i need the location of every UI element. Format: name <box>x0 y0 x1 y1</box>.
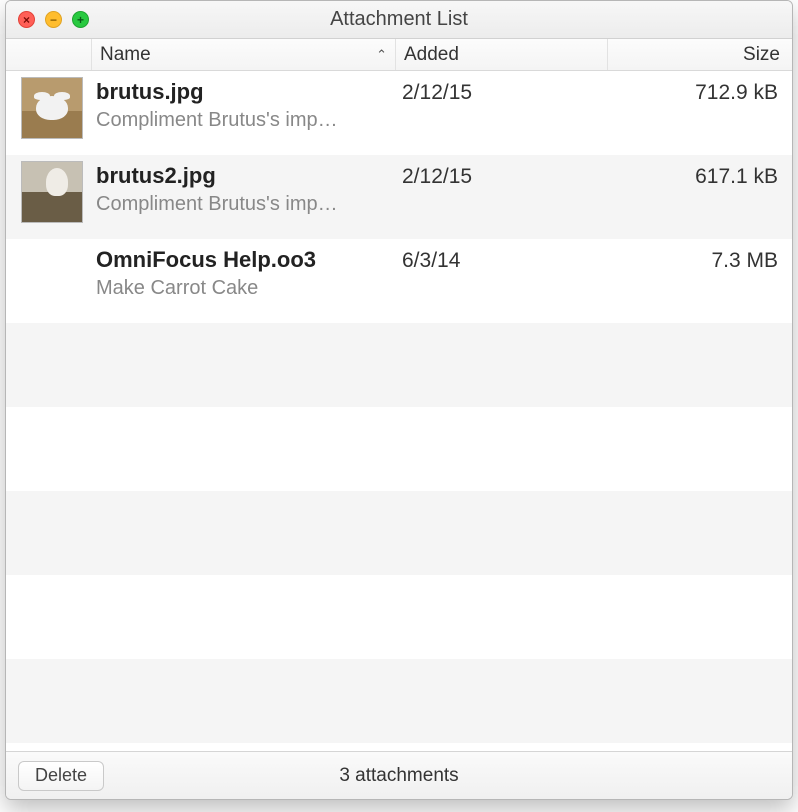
size-cell: 617.1 kB <box>608 155 792 189</box>
thumbnail-cell <box>6 155 92 229</box>
thumbnail-cell <box>6 71 92 145</box>
description: Make Carrot Cake <box>96 277 388 300</box>
maximize-button[interactable]: + <box>72 11 89 28</box>
empty-row <box>6 407 792 491</box>
table-row[interactable]: brutus2.jpg Compliment Brutus's imp… 2/12/… <box>6 155 792 239</box>
name-cell: brutus.jpg Compliment Brutus's imp… <box>92 71 396 132</box>
empty-row <box>6 575 792 659</box>
thumbnail-image <box>21 77 83 139</box>
table-header: Name ⌃ Added Size <box>6 39 792 71</box>
added-cell: 2/12/15 <box>396 71 608 105</box>
empty-row <box>6 491 792 575</box>
description: Compliment Brutus's imp… <box>96 193 388 216</box>
name-cell: brutus2.jpg Compliment Brutus's imp… <box>92 155 396 216</box>
column-header-size[interactable]: Size <box>608 39 792 70</box>
filename: OmniFocus Help.oo3 <box>96 247 388 273</box>
filename: brutus2.jpg <box>96 163 388 189</box>
thumbnail-image <box>21 161 83 223</box>
filename: brutus.jpg <box>96 79 388 105</box>
added-cell: 6/3/14 <box>396 239 608 273</box>
size-cell: 712.9 kB <box>608 71 792 105</box>
empty-row <box>6 323 792 407</box>
column-header-thumbnail[interactable] <box>6 39 92 70</box>
close-button[interactable]: × <box>18 11 35 28</box>
sort-ascending-icon: ⌃ <box>376 47 387 63</box>
window-title: Attachment List <box>6 8 792 31</box>
footer: Delete 3 attachments <box>6 751 792 799</box>
attachment-list-window: × − + Attachment List Name ⌃ Added Size … <box>5 0 793 800</box>
status-text: 3 attachments <box>6 765 792 787</box>
table-row[interactable]: brutus.jpg Compliment Brutus's imp… 2/12/1… <box>6 71 792 155</box>
column-header-size-label: Size <box>743 44 780 66</box>
table-row[interactable]: OmniFocus Help.oo3 Make Carrot Cake 6/3/14… <box>6 239 792 323</box>
column-header-added-label: Added <box>404 44 459 66</box>
size-cell: 7.3 MB <box>608 239 792 273</box>
titlebar: × − + Attachment List <box>6 1 792 39</box>
column-header-name[interactable]: Name ⌃ <box>92 39 396 70</box>
name-cell: OmniFocus Help.oo3 Make Carrot Cake <box>92 239 396 300</box>
added-cell: 2/12/15 <box>396 155 608 189</box>
column-header-name-label: Name <box>100 44 151 66</box>
column-header-added[interactable]: Added <box>396 39 608 70</box>
description: Compliment Brutus's imp… <box>96 109 388 132</box>
traffic-lights: × − + <box>6 11 89 28</box>
minimize-button[interactable]: − <box>45 11 62 28</box>
empty-row <box>6 659 792 743</box>
attachments-list[interactable]: brutus.jpg Compliment Brutus's imp… 2/12/1… <box>6 71 792 751</box>
delete-button[interactable]: Delete <box>18 761 104 791</box>
thumbnail-cell <box>6 239 92 251</box>
